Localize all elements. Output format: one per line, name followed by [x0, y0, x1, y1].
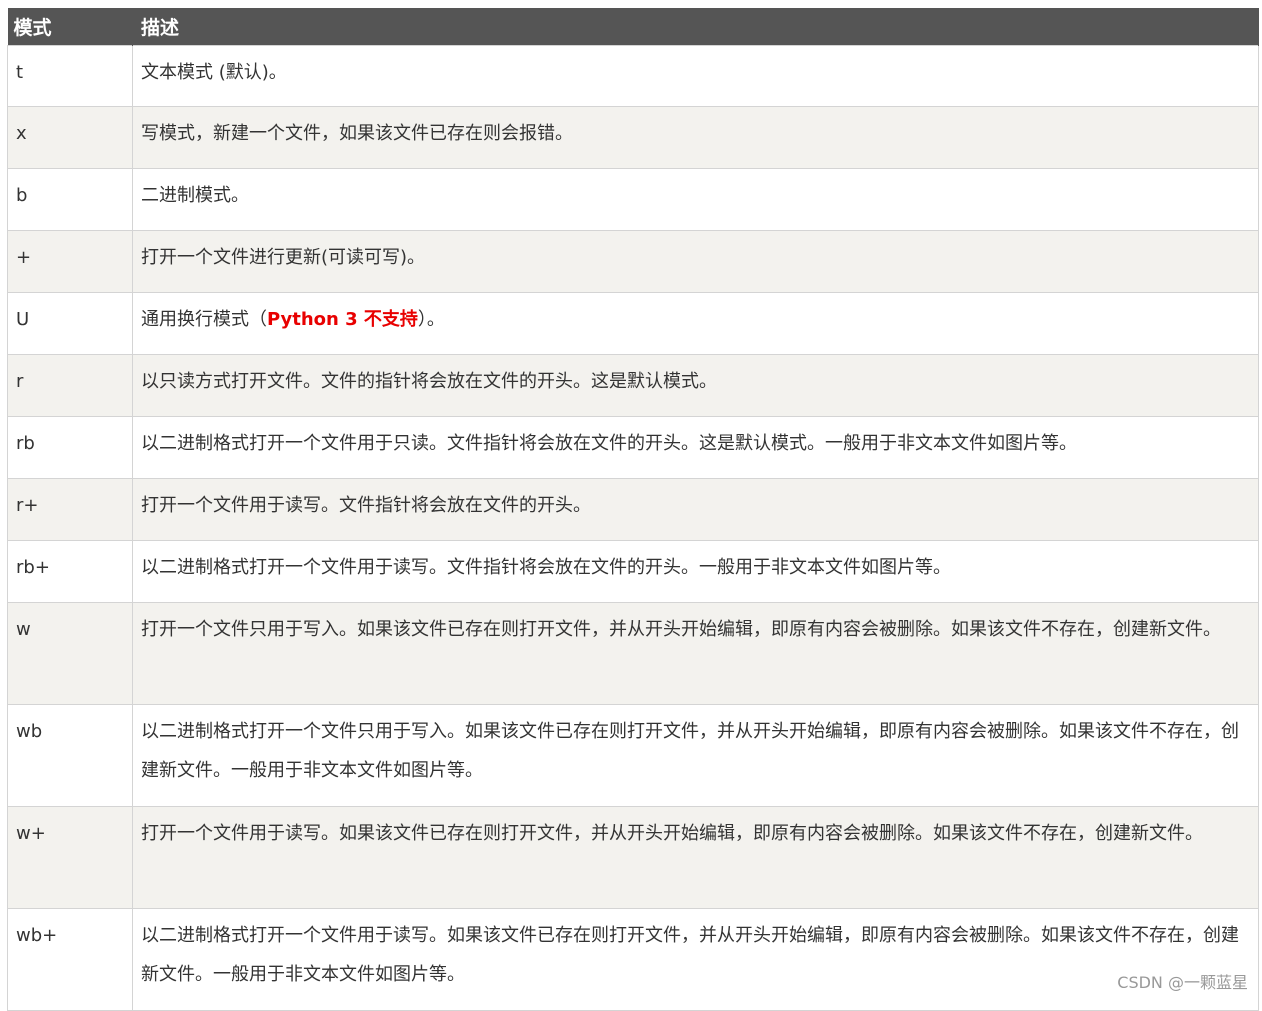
description-cell: 以二进制格式打开一个文件用于读写。文件指针将会放在文件的开头。一般用于非文本文件…: [141, 557, 951, 578]
mode-cell: w: [16, 619, 31, 640]
table-row: r 以只读方式打开文件。文件的指针将会放在文件的开头。这是默认模式。: [7, 354, 1259, 417]
unsupported-note: Python 3 不支持: [267, 309, 418, 330]
description-prefix: 通用换行模式（: [141, 309, 267, 330]
mode-cell: r+: [16, 495, 39, 516]
description-suffix: ）。: [417, 309, 445, 330]
file-mode-table: 模式 描述 t 文本模式 (默认)。 x 写模式，新建一个文件，如果该文件已存在…: [7, 8, 1259, 1011]
description-cell: 以二进制格式打开一个文件只用于写入。如果该文件已存在则打开文件，并从开头开始编辑…: [141, 721, 1239, 781]
description-cell: 打开一个文件进行更新(可读可写)。: [141, 247, 426, 268]
description-cell: 文本模式 (默认)。: [141, 62, 287, 83]
mode-cell: wb+: [16, 925, 58, 946]
mode-cell: b: [16, 185, 28, 206]
header-mode: 模式: [7, 8, 133, 46]
mode-cell: w+: [16, 823, 46, 844]
header-description: 描述: [132, 8, 1259, 46]
table-row: b 二进制模式。: [7, 168, 1259, 231]
table-row: r+ 打开一个文件用于读写。文件指针将会放在文件的开头。: [7, 478, 1259, 541]
description-cell: 以二进制格式打开一个文件用于只读。文件指针将会放在文件的开头。这是默认模式。一般…: [141, 433, 1077, 454]
table-row: U 通用换行模式（Python 3 不支持）。: [7, 292, 1259, 355]
table-row: w 打开一个文件只用于写入。如果该文件已存在则打开文件，并从开头开始编辑，即原有…: [7, 602, 1259, 705]
table-row: wb 以二进制格式打开一个文件只用于写入。如果该文件已存在则打开文件，并从开头开…: [7, 704, 1259, 807]
description-cell: 写模式，新建一个文件，如果该文件已存在则会报错。: [141, 123, 573, 144]
mode-cell: +: [16, 247, 32, 268]
description-cell: 打开一个文件用于读写。文件指针将会放在文件的开头。: [141, 495, 591, 516]
table-row: w+ 打开一个文件用于读写。如果该文件已存在则打开文件，并从开头开始编辑，即原有…: [7, 806, 1259, 909]
description-cell: 打开一个文件用于读写。如果该文件已存在则打开文件，并从开头开始编辑，即原有内容会…: [141, 823, 1203, 844]
csdn-watermark: CSDN @一颗蓝星: [1117, 973, 1248, 992]
table-row: rb 以二进制格式打开一个文件用于只读。文件指针将会放在文件的开头。这是默认模式…: [7, 416, 1259, 479]
mode-cell: wb: [16, 721, 43, 742]
table-row: wb+ 以二进制格式打开一个文件用于读写。如果该文件已存在则打开文件，并从开头开…: [7, 908, 1259, 1011]
description-cell: 二进制模式。: [141, 185, 249, 206]
table-row: + 打开一个文件进行更新(可读可写)。: [7, 230, 1259, 293]
description-cell: 以只读方式打开文件。文件的指针将会放在文件的开头。这是默认模式。: [141, 371, 717, 392]
mode-cell: t: [16, 62, 24, 83]
mode-cell: rb: [16, 433, 35, 454]
mode-cell: U: [16, 309, 30, 330]
description-cell: 以二进制格式打开一个文件用于读写。如果该文件已存在则打开文件，并从开头开始编辑，…: [141, 925, 1239, 985]
mode-cell: r: [16, 371, 24, 392]
table-row: x 写模式，新建一个文件，如果该文件已存在则会报错。: [7, 106, 1259, 169]
table-row: t 文本模式 (默认)。: [7, 45, 1259, 107]
mode-cell: x: [16, 123, 27, 144]
description-cell: 通用换行模式（Python 3 不支持）。: [141, 300, 1250, 339]
table-header-row: 模式 描述: [7, 8, 1259, 46]
mode-cell: rb+: [16, 557, 50, 578]
description-cell: 打开一个文件只用于写入。如果该文件已存在则打开文件，并从开头开始编辑，即原有内容…: [141, 619, 1221, 640]
table-row: rb+ 以二进制格式打开一个文件用于读写。文件指针将会放在文件的开头。一般用于非…: [7, 540, 1259, 603]
